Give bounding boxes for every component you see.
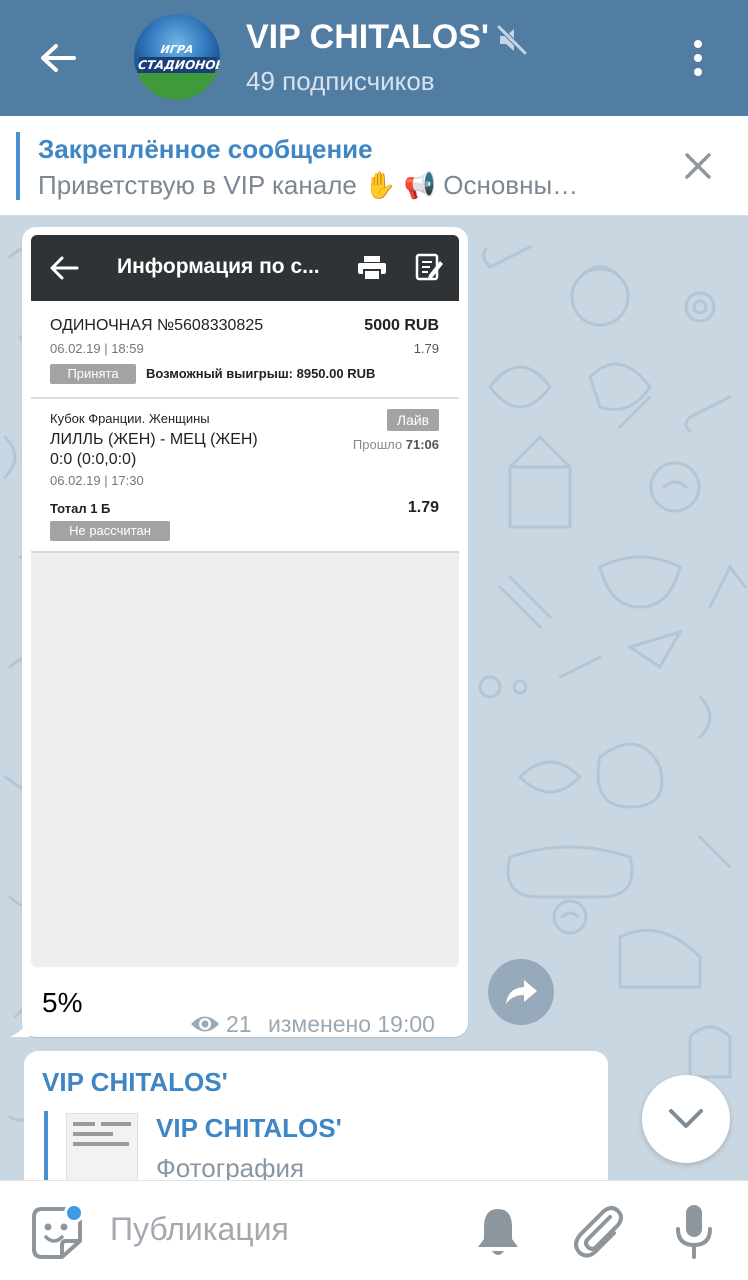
reply-subtitle: Фотография (156, 1153, 305, 1180)
share-icon (506, 980, 537, 1004)
back-button[interactable] (28, 28, 88, 88)
notification-dot (64, 1203, 84, 1223)
message-bubble[interactable]: VIP CHITALOS' VIP CHITALOS' Фотография (24, 1051, 608, 1180)
avatar-field (134, 70, 220, 100)
bet-type: Тотал 1 Б (50, 501, 111, 516)
compose-bar: Публикация (0, 1180, 748, 1280)
pinned-text: Приветствую в VIP канале ✋ 📢 Основны… (38, 170, 579, 200)
settle-badge: Не рассчитан (50, 521, 170, 541)
match-score: 0:0 (0:0,0:0) (50, 451, 137, 468)
scroll-down-button[interactable] (642, 1075, 730, 1163)
chat-area[interactable]: Информация по с... ОДИНОЧНАЯ №5608330825… (0, 217, 748, 1180)
paperclip-icon[interactable] (570, 1203, 626, 1259)
edit-icon (415, 253, 443, 281)
microphone-icon[interactable] (672, 1203, 716, 1261)
reply-thumbnail[interactable] (66, 1113, 138, 1180)
screenshot-title: Информация по с... (117, 255, 320, 278)
status-badge: Принята (50, 364, 136, 384)
pinned-accent-bar (16, 132, 20, 200)
channel-title[interactable]: VIP CHITALOS' (246, 18, 489, 57)
avatar-logo: ИГРА СТАДИОНОВ (136, 43, 220, 73)
message-input[interactable]: Публикация (110, 1211, 289, 1248)
photo-attachment[interactable]: Информация по с... ОДИНОЧНАЯ №5608330825… (31, 235, 459, 967)
bet-odds: 1.79 (413, 341, 439, 356)
share-button[interactable] (488, 959, 554, 1025)
app-header: ИГРА СТАДИОНОВ VIP CHITALOS' 49 подписчи… (0, 0, 748, 116)
bet-id: ОДИНОЧНАЯ №5608330825 (50, 317, 264, 334)
channel-avatar[interactable]: ИГРА СТАДИОНОВ (134, 14, 220, 100)
back-arrow-icon (41, 44, 76, 72)
subscriber-count: 49 подписчиков (246, 66, 435, 96)
reply-accent-bar (44, 1111, 48, 1180)
bubble-tail (10, 1017, 30, 1037)
bet-type-odds: 1.79 (407, 499, 439, 516)
pinned-message[interactable]: Закреплённое сообщение Приветствую в VIP… (0, 116, 748, 216)
bet-date: 06.02.19 | 18:59 (50, 341, 144, 356)
tournament: Кубок Франции. Женщины (50, 411, 210, 426)
print-icon (358, 256, 386, 281)
message-caption: 5% (42, 987, 83, 1018)
close-icon[interactable] (674, 146, 722, 186)
mute-icon (497, 25, 527, 55)
more-vert-icon (694, 40, 702, 48)
edited-time: изменено 19:00 (268, 1011, 435, 1037)
screenshot-toolbar: Информация по с... (31, 235, 459, 301)
message-bubble[interactable]: Информация по с... ОДИНОЧНАЯ №5608330825… (22, 227, 468, 1037)
elapsed-time: Прошло 71:06 (352, 437, 439, 452)
match-date: 06.02.19 | 17:30 (50, 473, 144, 488)
reply-title: VIP CHITALOS' (156, 1113, 342, 1143)
back-arrow-icon (50, 256, 79, 280)
view-count: 21 (226, 1011, 252, 1037)
ticket-divider (31, 397, 459, 399)
match-name: ЛИЛЛЬ (ЖЕН) - МЕЦ (ЖЕН) (50, 431, 258, 448)
live-badge: Лайв (387, 409, 439, 431)
chevron-down-icon (669, 1109, 703, 1128)
eye-icon (191, 1016, 219, 1032)
bet-ticket: ОДИНОЧНАЯ №5608330825 5000 RUB 06.02.19 … (31, 301, 459, 553)
possible-win: Возможный выигрыш: 8950.00 RUB (146, 366, 376, 381)
more-menu-button[interactable] (680, 34, 716, 82)
bell-icon[interactable] (472, 1205, 524, 1259)
pinned-title: Закреплённое сообщение (38, 134, 373, 164)
bet-amount: 5000 RUB (364, 317, 439, 334)
message-sender[interactable]: VIP CHITALOS' (42, 1067, 228, 1098)
